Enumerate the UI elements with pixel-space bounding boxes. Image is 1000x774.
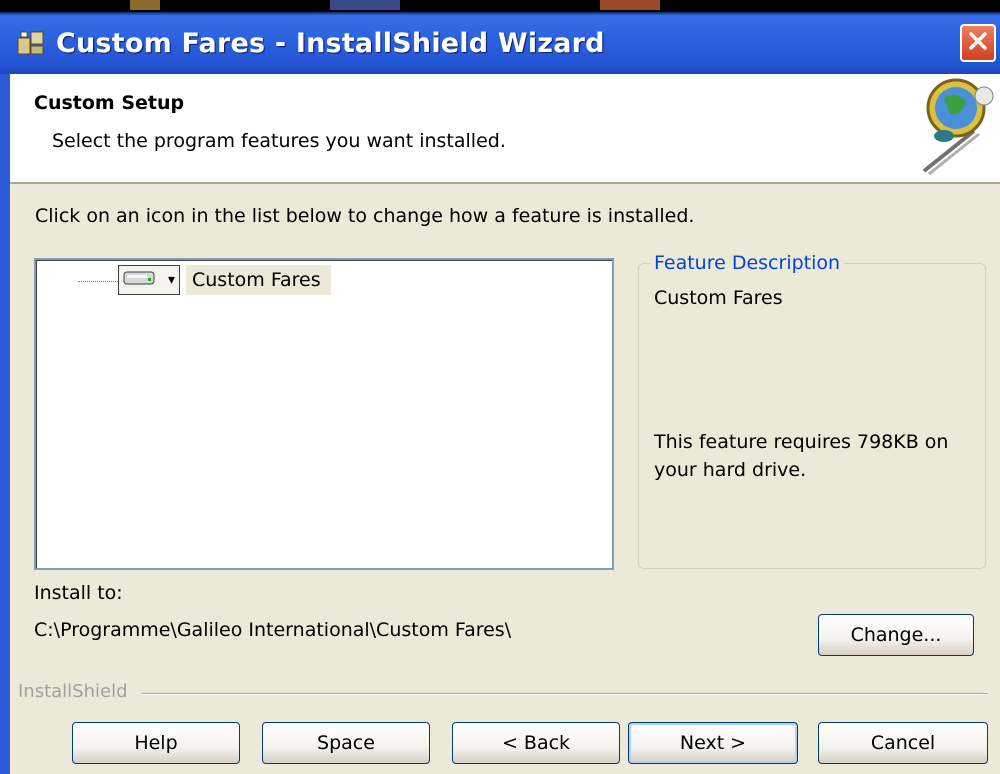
feature-tree[interactable]: ▾ Custom Fares (34, 258, 614, 570)
change-button[interactable]: Change... (818, 614, 974, 656)
header-banner: Custom Setup Select the program features… (10, 74, 1000, 184)
feature-description-legend: Feature Description (650, 252, 845, 274)
setup-magnifier-icon (904, 76, 1000, 176)
feature-size-requirement: This feature requires 798KB on your hard… (654, 431, 949, 481)
footer-divider (142, 693, 988, 695)
window-left-border (0, 74, 10, 774)
chevron-down-icon: ▾ (167, 272, 175, 288)
tree-connector (78, 281, 118, 282)
close-button[interactable] (960, 24, 996, 62)
help-button[interactable]: Help (72, 722, 240, 764)
back-button[interactable]: < Back (452, 722, 620, 764)
install-to-label: Install to: (34, 582, 123, 604)
desktop-strip (0, 0, 1000, 12)
page-subtitle: Select the program features you want ins… (52, 130, 506, 152)
hard-drive-icon (123, 269, 155, 291)
feature-description-name: Custom Fares (654, 287, 783, 309)
tree-item-custom-fares[interactable]: Custom Fares (186, 265, 331, 295)
space-button[interactable]: Space (262, 722, 430, 764)
feature-install-state-button[interactable]: ▾ (118, 265, 180, 295)
installer-app-icon (14, 26, 48, 60)
cancel-button[interactable]: Cancel (818, 722, 988, 764)
window-title: Custom Fares - InstallShield Wizard (56, 27, 605, 59)
title-bar: Custom Fares - InstallShield Wizard (0, 12, 1000, 74)
next-button[interactable]: Next > (628, 722, 798, 764)
instruction-text: Click on an icon in the list below to ch… (35, 205, 695, 227)
page-title: Custom Setup (34, 92, 185, 114)
close-icon (968, 31, 988, 55)
installshield-brand: InstallShield (18, 681, 128, 702)
install-path: C:\Programme\Galileo International\Custo… (34, 619, 512, 641)
